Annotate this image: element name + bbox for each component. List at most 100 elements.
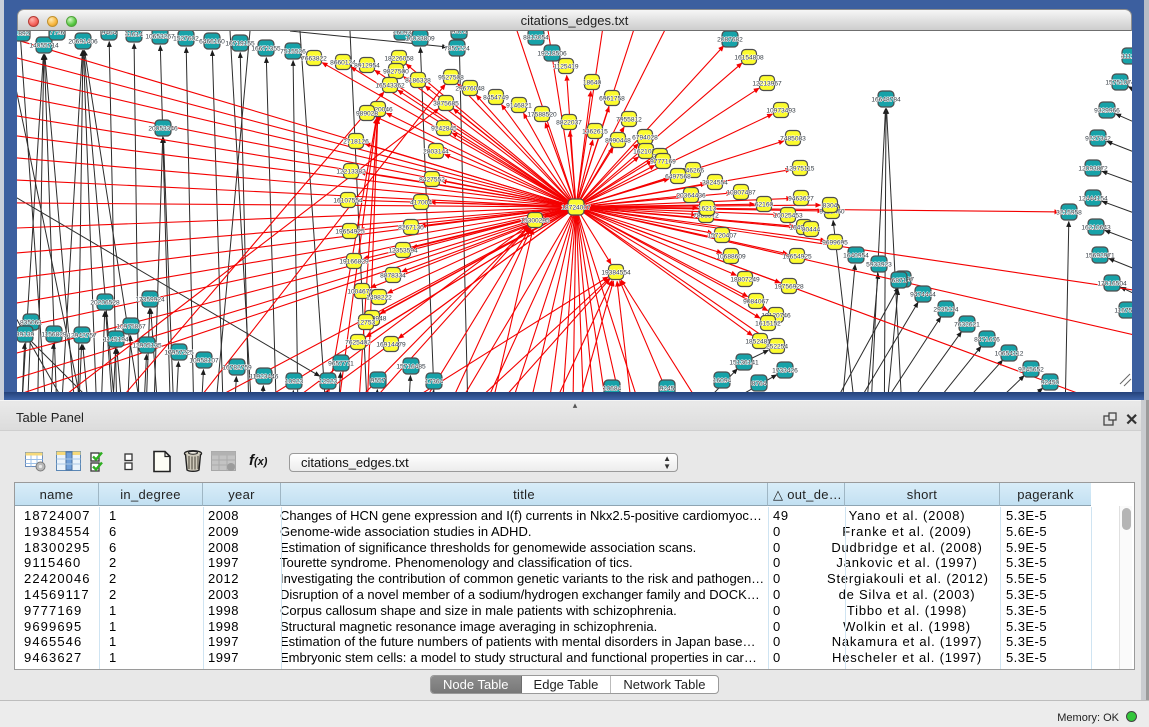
svg-text:1527602: 1527602 <box>173 35 199 42</box>
svg-text:9777169: 9777169 <box>650 158 676 165</box>
svg-text:12444154: 12444154 <box>1078 195 1108 202</box>
svg-text:12213967: 12213967 <box>752 80 782 87</box>
svg-text:6497568: 6497568 <box>665 173 691 180</box>
svg-text:10975867: 10975867 <box>116 323 146 330</box>
svg-text:6794028: 6794028 <box>632 134 658 141</box>
svg-text:1733426: 1733426 <box>772 367 798 374</box>
svg-text:8990448: 8990448 <box>605 137 631 144</box>
svg-text:17364: 17364 <box>425 378 444 385</box>
svg-text:19384554: 19384554 <box>601 269 631 276</box>
svg-text:19654925: 19654925 <box>335 228 365 235</box>
svg-text:1615152: 1615152 <box>755 320 781 327</box>
svg-text:12753: 12753 <box>357 319 376 326</box>
svg-text:1167533: 1167533 <box>1114 307 1132 314</box>
svg-text:2803144: 2803144 <box>423 148 449 155</box>
svg-text:11923446: 11923446 <box>250 373 279 380</box>
svg-text:9464: 9464 <box>102 31 117 36</box>
svg-text:20053346: 20053346 <box>148 125 178 132</box>
svg-text:9699695: 9699695 <box>822 239 848 246</box>
svg-text:15692971: 15692971 <box>1085 252 1115 259</box>
svg-text:10688609: 10688609 <box>716 253 746 260</box>
svg-text:15716485: 15716485 <box>396 363 426 370</box>
svg-text:19654925: 19654925 <box>782 253 812 260</box>
svg-text:7632621: 7632621 <box>954 321 980 328</box>
svg-text:10654112: 10654112 <box>995 350 1024 357</box>
svg-text:9527508: 9527508 <box>438 74 464 81</box>
svg-text:2935114: 2935114 <box>933 306 959 313</box>
svg-text:7726: 7726 <box>50 31 65 36</box>
svg-text:15720407: 15720407 <box>707 232 737 239</box>
svg-text:10653267: 10653267 <box>145 33 175 40</box>
svg-text:8471676: 8471676 <box>974 336 1000 343</box>
svg-text:9329966: 9329966 <box>1094 107 1120 114</box>
svg-text:12905135: 12905135 <box>132 342 162 349</box>
svg-text:8186328: 8186328 <box>405 77 431 84</box>
svg-text:8660124: 8660124 <box>330 59 356 66</box>
svg-text:252254: 252254 <box>766 343 788 350</box>
svg-text:989028: 989028 <box>356 110 378 117</box>
svg-text:2718126: 2718126 <box>343 138 369 145</box>
svg-text:12353594: 12353594 <box>388 247 418 254</box>
svg-text:12093872: 12093872 <box>1078 165 1108 172</box>
svg-text:1498222: 1498222 <box>366 294 392 301</box>
svg-text:9146821: 9146821 <box>506 102 532 109</box>
svg-text:2087682: 2087682 <box>717 36 743 43</box>
svg-text:6871: 6871 <box>892 277 907 284</box>
svg-text:9474444: 9474444 <box>910 291 936 298</box>
svg-text:835061: 835061 <box>20 319 42 326</box>
svg-text:80444: 80444 <box>802 226 821 233</box>
svg-text:16671355: 16671355 <box>251 45 281 52</box>
svg-text:19756928: 19756928 <box>774 283 804 290</box>
svg-text:7857224: 7857224 <box>444 45 470 52</box>
svg-text:20364436: 20364436 <box>676 192 706 199</box>
svg-text:8822037: 8822037 <box>556 119 582 126</box>
svg-text:10807487: 10807487 <box>726 189 756 196</box>
svg-text:3824554: 3824554 <box>702 179 728 186</box>
svg-text:10958107: 10958107 <box>189 357 219 364</box>
svg-text:8813054: 8813054 <box>523 34 549 41</box>
svg-text:10025453: 10025453 <box>773 212 803 219</box>
svg-text:417004: 417004 <box>410 199 432 206</box>
svg-text:16914479: 16914479 <box>376 341 406 348</box>
svg-text:8878334: 8878334 <box>380 272 406 279</box>
svg-text:15751074: 15751074 <box>1105 79 1132 86</box>
svg-text:18724007: 18724007 <box>561 204 591 211</box>
svg-text:3875685: 3875685 <box>433 100 459 107</box>
svg-text:12213382: 12213382 <box>336 168 366 175</box>
svg-text:1125419: 1125419 <box>553 63 579 70</box>
svg-text:10923: 10923 <box>285 378 304 385</box>
svg-text:16782759: 16782759 <box>222 364 252 371</box>
svg-text:9245: 9245 <box>660 385 675 392</box>
svg-text:9084067: 9084067 <box>743 298 769 305</box>
svg-text:6961758: 6961758 <box>599 95 625 102</box>
svg-text:16543362: 16543362 <box>375 82 405 89</box>
svg-text:15136141: 15136141 <box>729 359 759 366</box>
svg-text:12923: 12923 <box>319 378 338 385</box>
svg-text:3215958: 3215958 <box>1056 209 1082 216</box>
svg-text:17957225: 17957225 <box>164 349 194 356</box>
svg-text:1640954: 1640954 <box>843 252 869 259</box>
svg-text:16213: 16213 <box>698 205 717 212</box>
svg-text:7625402: 7625402 <box>345 339 371 346</box>
svg-text:62160: 62160 <box>755 201 774 208</box>
svg-text:16210643: 16210643 <box>1081 224 1111 231</box>
svg-text:9463627: 9463627 <box>788 195 814 202</box>
svg-text:1892: 1892 <box>17 31 30 37</box>
svg-text:8304: 8304 <box>823 202 838 209</box>
svg-text:16094: 16094 <box>713 377 732 384</box>
svg-text:7955812: 7955812 <box>616 116 642 123</box>
svg-text:12975115: 12975115 <box>786 165 815 172</box>
svg-text:18640: 18640 <box>583 79 602 86</box>
svg-text:8912954: 8912954 <box>354 62 380 69</box>
svg-text:18226058: 18226058 <box>384 55 414 62</box>
svg-text:16154808: 16154808 <box>734 54 764 61</box>
svg-text:29676048: 29676048 <box>455 85 485 92</box>
svg-text:15300295: 15300295 <box>520 217 550 224</box>
svg-text:1156829: 1156829 <box>41 331 67 338</box>
svg-text:9242845: 9242845 <box>431 125 457 132</box>
svg-text:18807249: 18807249 <box>730 276 760 283</box>
svg-text:7515526: 7515526 <box>280 48 306 55</box>
svg-text:19218506: 19218506 <box>537 50 567 57</box>
svg-text:12942757: 12942757 <box>67 332 97 339</box>
svg-text:8764: 8764 <box>752 380 767 387</box>
